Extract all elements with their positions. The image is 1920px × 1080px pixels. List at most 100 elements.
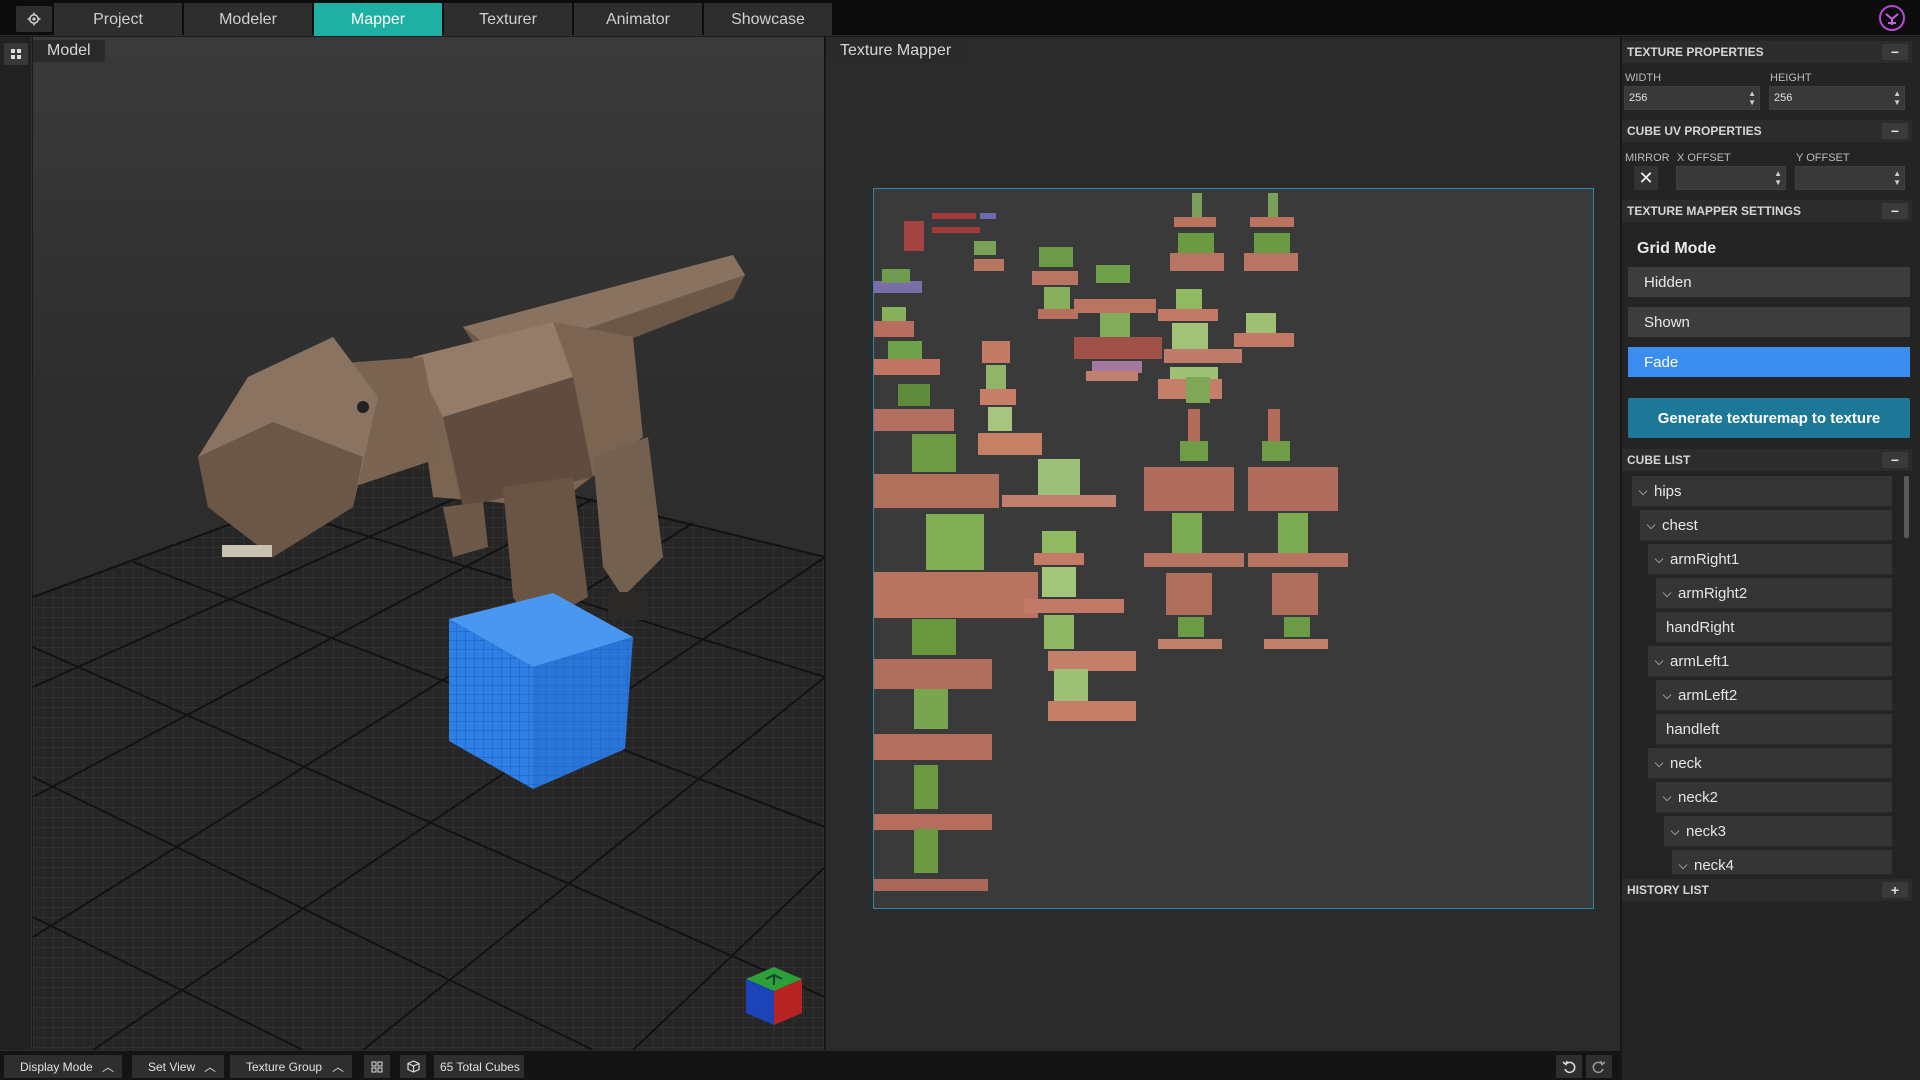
plus-icon[interactable]: + — [1882, 882, 1908, 898]
texture-canvas[interactable] — [873, 188, 1594, 909]
mirror-label: MIRROR — [1625, 152, 1670, 164]
chevron-down-icon[interactable]: ⌵ — [1656, 790, 1678, 805]
redo-button[interactable] — [1586, 1055, 1612, 1078]
settings-button[interactable] — [16, 6, 52, 32]
chevron-down-icon[interactable]: ⌵ — [1648, 552, 1670, 567]
cube-list-item[interactable]: ⌵ neck — [1648, 748, 1892, 779]
cube-list-item[interactable]: handRight — [1656, 612, 1892, 643]
cube-list-item[interactable]: ⌵ armRight2 — [1656, 578, 1892, 609]
set-view-button[interactable]: Set View ︿ — [132, 1055, 224, 1078]
total-cubes-counter: 65 Total Cubes — [434, 1055, 524, 1078]
cube-list-item[interactable]: ⌵ armLeft2 — [1656, 680, 1892, 711]
width-label: WIDTH — [1625, 72, 1662, 84]
grid-mode-hidden-option[interactable]: Hidden — [1628, 267, 1910, 297]
y-offset-input[interactable]: ▲ ▼ — [1795, 166, 1905, 190]
chevron-down-icon[interactable]: ⌵ — [1632, 484, 1654, 499]
display-mode-label: Display Mode — [20, 1059, 93, 1074]
chevron-down-icon[interactable]: ⌵ — [1672, 858, 1694, 873]
chevron-down-icon[interactable]: ⌵ — [1656, 688, 1678, 703]
chevron-down-icon[interactable]: ⌵ — [1656, 586, 1678, 601]
top-menu-bar: Project Modeler Mapper Texturer Animator… — [0, 0, 1920, 36]
chevron-down-icon[interactable]: ⌵ — [1648, 756, 1670, 771]
grid-small-icon — [11, 49, 21, 59]
chevron-down-icon[interactable]: ⌵ — [1648, 654, 1670, 669]
collapse-icon[interactable]: − — [1882, 452, 1908, 468]
model-viewport[interactable]: Model — [33, 37, 825, 1050]
viewport-3d-scene[interactable] — [33, 37, 825, 1050]
cube-list-item[interactable]: ⌵ armLeft1 — [1648, 646, 1892, 677]
history-list-header[interactable]: HISTORY LIST + — [1622, 879, 1912, 901]
cube-uv-properties-title: CUBE UV PROPERTIES — [1627, 124, 1762, 138]
cube-list-item[interactable]: handleft — [1656, 714, 1892, 745]
texture-width-value: 256 — [1629, 92, 1648, 104]
collapse-icon[interactable]: − — [1882, 123, 1908, 139]
cube-name: armLeft1 — [1670, 652, 1730, 670]
chevron-down-icon[interactable]: ⌵ — [1664, 824, 1686, 839]
layout-toggle-button[interactable] — [4, 43, 28, 65]
chevron-down-icon[interactable]: ⌵ — [1640, 518, 1662, 533]
spinner-icon[interactable]: ▲ ▼ — [1893, 169, 1901, 187]
tab-modeler[interactable]: Modeler — [184, 3, 312, 36]
total-cubes-label: 65 Total Cubes — [440, 1059, 520, 1074]
tab-project[interactable]: Project — [54, 3, 182, 36]
tab-texturer[interactable]: Texturer — [444, 3, 572, 36]
bottom-toolbar: Display Mode ︿ Set View ︿ Texture Group ︿ 6… — [0, 1050, 1620, 1080]
spinner-icon[interactable]: ▲ ▼ — [1748, 89, 1756, 107]
spinner-icon[interactable]: ▲ ▼ — [1774, 169, 1782, 187]
redo-icon — [1592, 1060, 1606, 1073]
collapse-icon[interactable]: − — [1882, 203, 1908, 219]
cube-list[interactable]: ⌵ hips ⌵ chest ⌵ armRight1 ⌵ armRight2 handR… — [1622, 474, 1904, 874]
texture-properties-header[interactable]: TEXTURE PROPERTIES − — [1622, 41, 1912, 63]
display-mode-button[interactable]: Display Mode ︿ — [4, 1055, 122, 1078]
orientation-cube-icon[interactable] — [738, 957, 810, 1029]
generate-texturemap-button[interactable]: Generate texturemap to texture — [1628, 398, 1910, 438]
chevron-up-icon: ︿ — [331, 1060, 344, 1074]
gear-icon — [27, 12, 41, 26]
mirror-checkbox[interactable]: ✕ — [1634, 166, 1658, 190]
spinner-icon[interactable]: ▲ ▼ — [1893, 89, 1901, 107]
undo-button[interactable] — [1556, 1055, 1582, 1078]
cube-list-item[interactable]: ⌵ neck4 — [1672, 850, 1892, 874]
x-offset-input[interactable]: ▲ ▼ — [1676, 166, 1786, 190]
grid-mode-shown-option[interactable]: Shown — [1628, 307, 1910, 337]
cube-list-item[interactable]: ⌵ chest — [1640, 510, 1892, 541]
chevron-up-icon: ︿ — [203, 1060, 216, 1074]
cube-name: handleft — [1666, 720, 1720, 738]
x-offset-label: X OFFSET — [1677, 152, 1731, 164]
collapse-icon[interactable]: − — [1882, 44, 1908, 60]
left-tool-strip — [0, 37, 32, 1050]
texture-mapper-settings-header[interactable]: TEXTURE MAPPER SETTINGS − — [1622, 200, 1912, 222]
texture-group-button[interactable]: Texture Group ︿ — [230, 1055, 352, 1078]
texture-mapper-viewport[interactable]: Texture Mapper — [826, 37, 1620, 1050]
grid-mode-fade-option[interactable]: Fade — [1628, 347, 1910, 377]
cube-name: neck — [1670, 754, 1702, 772]
cube-list-item[interactable]: ⌵ armRight1 — [1648, 544, 1892, 575]
cube-list-item[interactable]: ⌵ neck2 — [1656, 782, 1892, 813]
texture-width-input[interactable]: 256 ▲ ▼ — [1624, 86, 1760, 110]
cube-icon — [406, 1060, 420, 1073]
grid-toggle-button[interactable] — [364, 1055, 390, 1078]
uv-layout[interactable] — [874, 189, 1594, 909]
cube-list-scrollbar[interactable] — [1904, 476, 1909, 538]
chevron-up-icon: ︿ — [101, 1060, 114, 1074]
y-offset-label: Y OFFSET — [1796, 152, 1850, 164]
cube-name: hips — [1654, 482, 1682, 500]
set-view-label: Set View — [148, 1059, 196, 1074]
cube-name: neck2 — [1678, 788, 1719, 806]
cube-view-button[interactable] — [400, 1055, 426, 1078]
undo-icon — [1562, 1060, 1576, 1073]
cube-uv-properties-header[interactable]: CUBE UV PROPERTIES − — [1622, 120, 1912, 142]
cube-name: neck4 — [1694, 856, 1735, 874]
dumbcode-logo-icon — [1879, 5, 1905, 31]
mapper-panel-title: Texture Mapper — [826, 40, 966, 62]
cube-list-item[interactable]: ⌵ hips — [1632, 476, 1892, 507]
tab-animator[interactable]: Animator — [574, 3, 702, 36]
texture-height-input[interactable]: 256 ▲ ▼ — [1769, 86, 1905, 110]
tab-showcase[interactable]: Showcase — [704, 3, 832, 36]
tab-mapper[interactable]: Mapper — [314, 3, 442, 36]
cube-list-title: CUBE LIST — [1627, 453, 1691, 467]
cube-name: armRight1 — [1670, 550, 1740, 568]
cube-list-header[interactable]: CUBE LIST − — [1622, 449, 1912, 471]
cube-list-item[interactable]: ⌵ neck3 — [1664, 816, 1892, 847]
uv-islands — [874, 193, 1348, 891]
